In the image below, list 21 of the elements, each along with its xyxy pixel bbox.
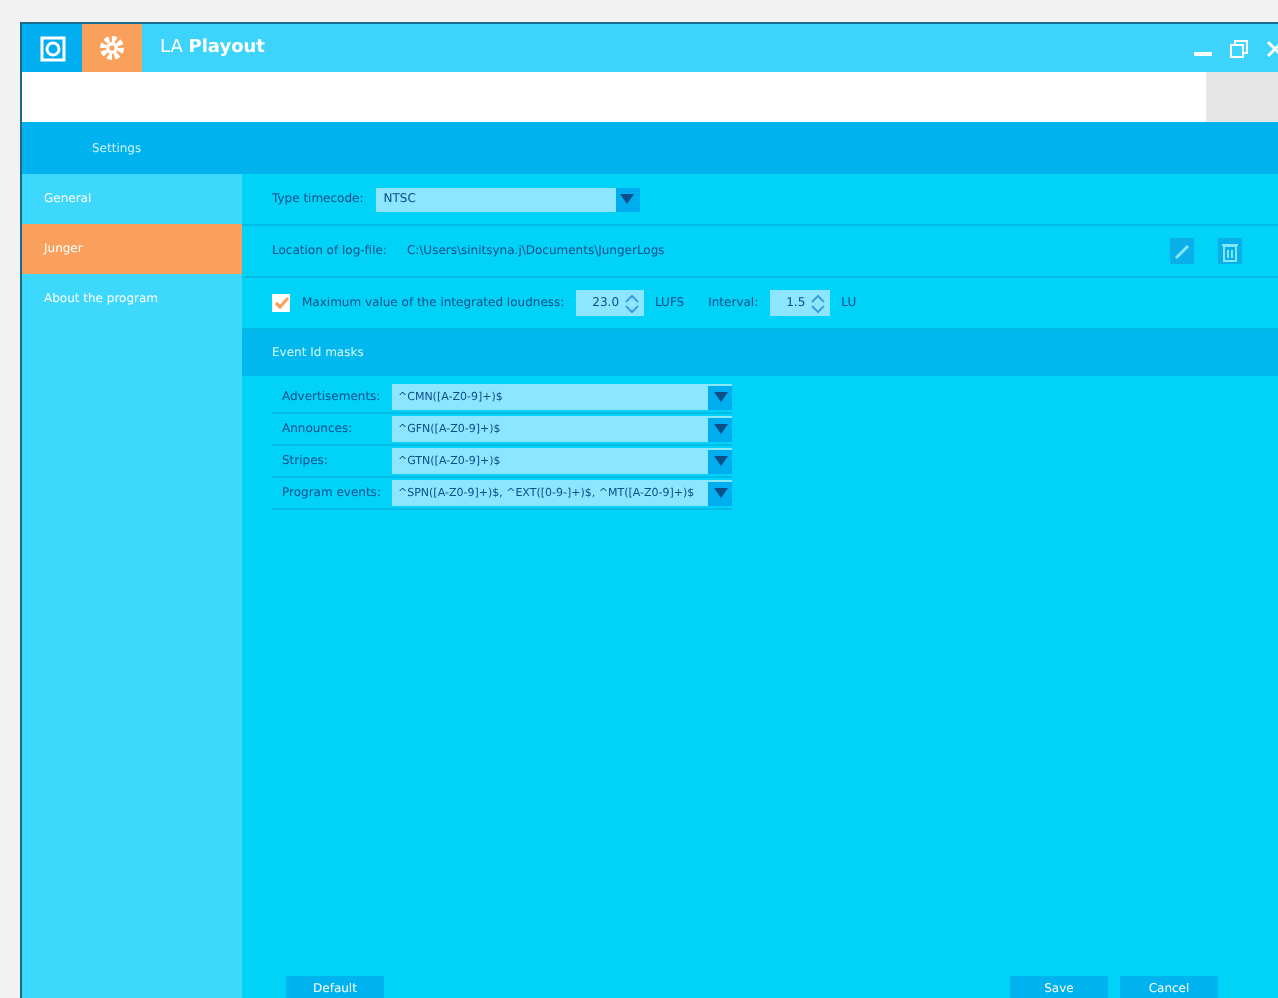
camera-tab[interactable]	[22, 24, 82, 72]
dropdown-arrow-icon	[620, 194, 635, 204]
dropdown-arrow-icon	[713, 392, 727, 402]
settings-tab[interactable]	[82, 24, 142, 72]
settings-icon	[98, 34, 126, 62]
loudness-checkbox[interactable]	[272, 294, 290, 312]
close-icon[interactable]	[1266, 39, 1278, 57]
trash-icon	[1222, 241, 1238, 261]
dropdown-arrow-icon	[713, 488, 727, 498]
spinner-arrows-icon	[623, 291, 640, 315]
header-side-panel	[1206, 72, 1278, 122]
dropdown-arrow-icon	[713, 424, 727, 434]
dropdown-arrow-icon	[713, 456, 727, 466]
restore-icon[interactable]	[1230, 39, 1248, 57]
delete-button[interactable]	[1218, 238, 1242, 264]
checkmark-icon	[273, 296, 289, 310]
pencil-icon	[1174, 243, 1190, 259]
camera-icon	[39, 35, 65, 61]
edit-button[interactable]	[1170, 238, 1194, 264]
spinner-arrows-icon	[809, 291, 826, 315]
window-title: LA Playout	[160, 38, 265, 58]
